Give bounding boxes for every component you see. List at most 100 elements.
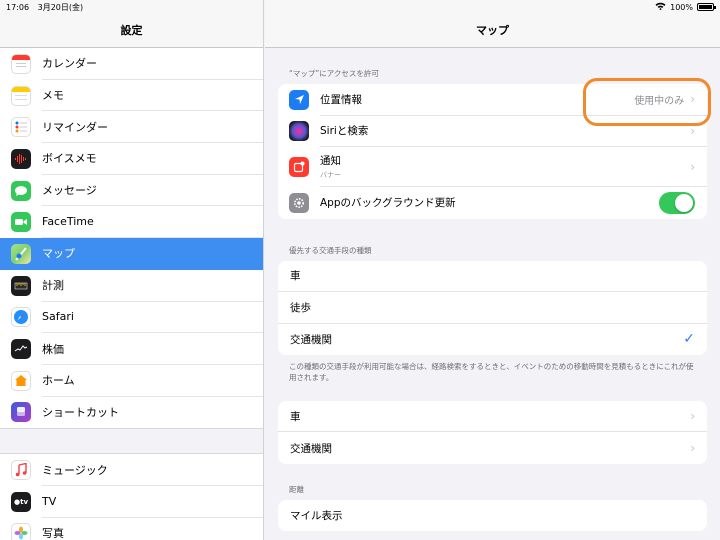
notes-icon — [11, 85, 31, 106]
chevron-right-icon: › — [690, 159, 695, 174]
transport-option-walk[interactable]: 徒歩 — [278, 292, 707, 324]
sidebar-item-label: 写真 — [42, 527, 64, 540]
transport-option-body: 交通機関 ✓ — [278, 324, 707, 356]
background-refresh-body: Appのバックグラウンド更新 — [320, 187, 707, 219]
sidebar-item-label: ボイスメモ — [42, 143, 263, 175]
distance-section-title: 距離 — [289, 484, 304, 494]
notifications-sublabel: バナー — [320, 171, 341, 179]
distance-card: マイル表示 — [278, 499, 707, 532]
transport-section-title: 優先する交通手段の種類 — [289, 245, 372, 255]
chevron-right-icon: › — [690, 441, 695, 455]
sidebar-item-label: 計測 — [42, 270, 263, 302]
sidebar-item-reminders[interactable]: リマインダー — [0, 111, 263, 144]
wifi-icon — [655, 2, 666, 12]
notifications-icon — [289, 157, 309, 177]
home-icon — [11, 370, 31, 391]
tv-icon: ●tv — [11, 491, 31, 512]
toggle-knob — [675, 193, 693, 212]
transport-option-label: 車 — [290, 270, 301, 283]
sidebar-item-shortcuts[interactable]: ショートカット — [0, 397, 263, 429]
notifications-text: 通知 バナー — [320, 153, 690, 180]
location-label: 位置情報 — [320, 93, 362, 106]
sidebar-item-safari[interactable]: Safari — [0, 302, 263, 334]
transport-option-car[interactable]: 車 — [278, 261, 707, 292]
sidebar-item-label: ミュージック — [42, 454, 263, 486]
facetime-icon — [11, 212, 31, 233]
sidebar-item-photos[interactable]: 写真 — [0, 518, 263, 540]
navigation-card: 車 › 交通機関 › — [278, 400, 707, 464]
sidebar-item-notes[interactable]: メモ — [0, 80, 263, 112]
sidebar-item-facetime[interactable]: FaceTime — [0, 206, 263, 239]
sidebar-item-label: ホーム — [42, 365, 263, 397]
voice-memos-icon — [11, 148, 31, 169]
battery-percentage: 100% — [670, 2, 693, 12]
navigation-row-label: 交通機関 — [290, 442, 332, 455]
battery-icon — [697, 3, 716, 11]
miles-row[interactable]: マイル表示 — [278, 500, 707, 532]
miles-row-body: マイル表示 — [278, 500, 707, 532]
notifications-row[interactable]: 通知 バナー › — [278, 147, 707, 187]
location-row[interactable]: 位置情報 使用中のみ › — [278, 84, 707, 116]
sidebar-item-music[interactable]: ミュージック — [0, 454, 263, 486]
transport-option-label: 交通機関 — [290, 333, 332, 346]
siri-row-body: Siriと検索 › — [320, 116, 707, 147]
notifications-label: 通知 — [320, 155, 341, 167]
status-bar: 17:06 3月20日(金) 100% — [0, 0, 720, 14]
location-value: 使用中のみ — [634, 95, 685, 107]
sidebar-group-apps: カレンダー メモ リマインダー ボイスメモ メッセージ FaceTime マップ… — [0, 48, 263, 430]
chevron-right-icon: › — [690, 409, 695, 423]
safari-icon — [11, 307, 31, 328]
settings-sidebar: 設定 カレンダー メモ リマインダー ボイスメモ メッセージ FaceTime … — [0, 0, 264, 540]
sidebar-title: 設定 — [120, 24, 143, 37]
background-refresh-toggle[interactable] — [659, 191, 695, 214]
location-row-body: 位置情報 使用中のみ › — [320, 84, 707, 116]
sidebar-item-label: 株価 — [42, 333, 263, 365]
sidebar-item-label: ショートカット — [42, 406, 119, 420]
transport-option-body: 徒歩 — [278, 292, 707, 324]
messages-icon — [11, 180, 31, 201]
transport-option-transit[interactable]: 交通機関 ✓ — [278, 324, 707, 356]
siri-search-label: Siriと検索 — [320, 125, 369, 138]
shortcuts-icon — [11, 402, 31, 423]
siri-search-row[interactable]: Siriと検索 › — [278, 116, 707, 147]
navigation-transit-row[interactable]: 交通機関 › — [278, 432, 707, 464]
sidebar-item-home[interactable]: ホーム — [0, 365, 263, 397]
checkmark-icon: ✓ — [683, 331, 695, 348]
sidebar-item-messages[interactable]: メッセージ — [0, 175, 263, 207]
transport-footnote: この種類の交通手段が利用可能な場合は、経路検索をするときと、イベントのための移動… — [289, 362, 694, 382]
music-icon — [11, 460, 31, 481]
sidebar-item-voice-memos[interactable]: ボイスメモ — [0, 143, 263, 175]
sidebar-item-measure[interactable]: 計測 — [0, 270, 263, 302]
maps-settings-panel: マップ “マップ”にアクセスを許可 位置情報 使用中のみ › Siriと検索 › — [265, 0, 720, 540]
sidebar-item-label: メモ — [42, 80, 263, 112]
status-time: 17:06 — [6, 2, 30, 12]
access-section-title: “マップ”にアクセスを許可 — [289, 69, 379, 78]
sidebar-item-tv[interactable]: ●tv TV — [0, 486, 263, 518]
reminders-icon — [11, 117, 31, 138]
status-date: 3月20日(金) — [37, 2, 84, 12]
page-title: マップ — [476, 24, 509, 37]
stocks-icon — [11, 339, 31, 360]
navigation-row-body: 車 › — [278, 401, 707, 433]
maps-icon — [11, 243, 31, 264]
sidebar-item-label: FaceTime — [42, 206, 263, 239]
navigation-car-row[interactable]: 車 › — [278, 401, 707, 433]
sidebar-item-stocks[interactable]: 株価 — [0, 333, 263, 365]
sidebar-item-maps[interactable]: マップ — [0, 238, 263, 270]
sidebar-group-media: ミュージック ●tv TV 写真 — [0, 453, 263, 540]
sidebar-item-label: カレンダー — [42, 48, 263, 80]
transport-option-body: 車 — [278, 261, 707, 292]
chevron-right-icon: › — [690, 123, 695, 138]
photos-icon — [11, 523, 31, 540]
siri-icon — [289, 121, 309, 142]
sidebar-item-calendar[interactable]: カレンダー — [0, 48, 263, 80]
miles-label: マイル表示 — [290, 510, 343, 522]
sidebar-item-label: TV — [42, 486, 263, 518]
sidebar-item-label: メッセージ — [42, 175, 263, 207]
chevron-right-icon: › — [690, 92, 695, 107]
transport-card: 車 徒歩 交通機関 ✓ — [278, 260, 707, 356]
location-arrow-icon — [289, 89, 309, 110]
gear-icon — [289, 192, 309, 213]
